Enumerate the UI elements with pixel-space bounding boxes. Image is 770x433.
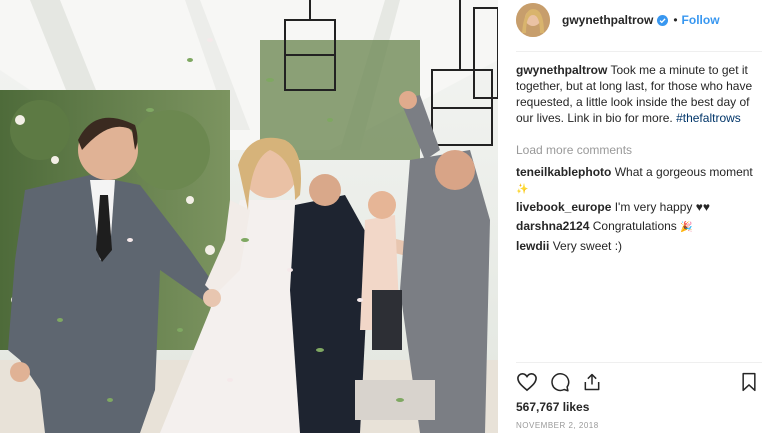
comment-username[interactable]: darshna2124 <box>516 219 589 233</box>
comment-text: I'm very happy ♥♥ <box>614 200 710 214</box>
post-sidebar: gwynethpaltrow • Follow gwynethpaltrow T… <box>498 0 770 433</box>
post-actions <box>516 372 758 394</box>
post-date: NOVEMBER 2, 2018 <box>516 421 599 430</box>
bookmark-icon[interactable] <box>740 372 758 397</box>
comment-item: darshna2124 Congratulations 🎉 <box>516 218 762 236</box>
likes-count[interactable]: 567,767 likes <box>516 400 589 414</box>
post-caption: gwynethpaltrow Took me a minute to get i… <box>516 62 762 126</box>
comment-text: Congratulations <box>592 219 677 233</box>
caption-hashtag[interactable]: #thefaltrows <box>676 111 741 125</box>
post-photo[interactable] <box>0 0 498 433</box>
comment-bubble-icon[interactable] <box>550 372 570 397</box>
heart-icon[interactable] <box>516 372 538 397</box>
header-divider <box>516 51 762 52</box>
actions-divider <box>516 362 762 363</box>
avatar[interactable] <box>516 3 550 37</box>
comment-username[interactable]: lewdii <box>516 239 549 253</box>
verified-badge-icon <box>657 14 669 26</box>
comment-username[interactable]: livebook_europe <box>516 200 611 214</box>
comment-item: teneilkablephoto What a gorgeous moment … <box>516 164 762 198</box>
comment-username[interactable]: teneilkablephoto <box>516 165 611 179</box>
comment-item: livebook_europe I'm very happy ♥♥ <box>516 199 762 215</box>
follow-button[interactable]: Follow <box>682 13 720 27</box>
wedding-photo-image <box>0 0 498 433</box>
header-username[interactable]: gwynethpaltrow <box>562 13 653 27</box>
caption-username[interactable]: gwynethpaltrow <box>516 63 607 77</box>
comment-item: lewdii Very sweet :) <box>516 238 762 254</box>
party-popper-emoji: 🎉 <box>680 222 693 233</box>
share-icon[interactable] <box>582 372 602 397</box>
sparkles-emoji: ✨ <box>516 184 529 195</box>
separator-dot: • <box>673 13 678 27</box>
post-header: gwynethpaltrow • Follow <box>516 2 720 38</box>
comment-text: Very sweet :) <box>552 239 623 253</box>
comment-text: What a gorgeous moment <box>614 165 753 179</box>
load-more-comments-link[interactable]: Load more comments <box>516 143 632 157</box>
